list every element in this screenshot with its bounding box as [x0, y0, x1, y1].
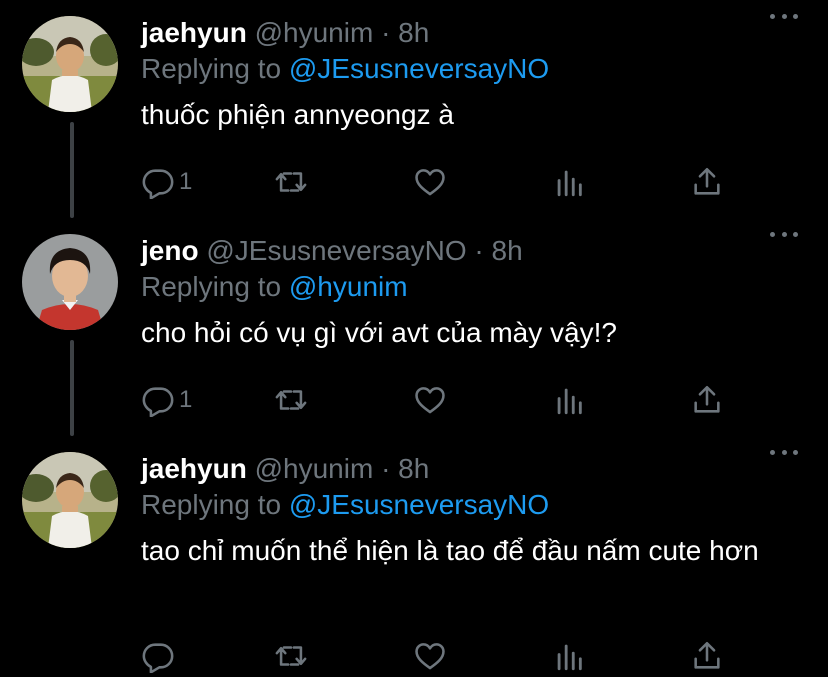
- share-icon: [694, 167, 720, 195]
- replying-prefix: Replying to: [141, 53, 282, 84]
- more-icon[interactable]: [770, 224, 798, 244]
- tweet-text: tao chỉ muốn thể hiện là tao để đầu nấm …: [141, 535, 759, 566]
- retweet-button[interactable]: [274, 380, 308, 420]
- tweet-header: jaehyun @hyunim · 8h: [141, 451, 788, 487]
- avatar-photo-icon: [22, 452, 118, 548]
- handle[interactable]: @hyunim: [255, 453, 374, 484]
- analytics-button[interactable]: [552, 636, 586, 676]
- replying-to: Replying to @JEsusneversayNO: [141, 487, 788, 523]
- analytics-button[interactable]: [552, 380, 586, 420]
- reply-count: 1: [179, 386, 193, 413]
- separator: ·: [381, 453, 391, 484]
- like-icon: [415, 169, 445, 196]
- tweet[interactable]: jeno @JEsusneversayNO · 8h Replying to @…: [0, 218, 828, 436]
- display-name[interactable]: jaehyun: [141, 453, 247, 484]
- retweet-icon: [275, 172, 307, 192]
- tweet[interactable]: jaehyun @hyunim · 8h Replying to @JEsusn…: [0, 0, 828, 218]
- tweet[interactable]: jaehyun @hyunim · 8h Replying to @JEsusn…: [0, 436, 828, 677]
- like-button[interactable]: [413, 380, 447, 420]
- display-name[interactable]: jeno: [141, 235, 199, 266]
- tweet-header: jaehyun @hyunim · 8h: [141, 15, 788, 51]
- more-icon[interactable]: [770, 442, 798, 462]
- analytics-button[interactable]: [552, 162, 586, 202]
- reply-icon: [142, 643, 174, 673]
- analytics-icon: [557, 170, 582, 197]
- reply-icon: [142, 169, 174, 199]
- replying-prefix: Replying to: [141, 271, 282, 302]
- tweet-header: jeno @JEsusneversayNO · 8h: [141, 233, 788, 269]
- share-button[interactable]: [690, 636, 724, 676]
- tweet-actions: 1: [141, 162, 741, 202]
- reply-button[interactable]: [141, 636, 179, 676]
- share-button[interactable]: [690, 162, 724, 202]
- reply-icon: [142, 387, 174, 417]
- tweet-text: cho hỏi có vụ gì với avt của mày vậy!?: [141, 317, 617, 348]
- timestamp[interactable]: 8h: [398, 453, 429, 484]
- like-icon: [415, 387, 445, 414]
- replying-to-link[interactable]: @JEsusneversayNO: [289, 489, 549, 520]
- avatar[interactable]: [22, 452, 118, 548]
- avatar-photo-icon: [22, 234, 118, 330]
- replying-to-link[interactable]: @JEsusneversayNO: [289, 53, 549, 84]
- replying-to-link[interactable]: @hyunim: [289, 271, 408, 302]
- replying-to: Replying to @JEsusneversayNO: [141, 51, 788, 87]
- handle[interactable]: @hyunim: [255, 17, 374, 48]
- share-icon: [694, 641, 720, 669]
- retweet-button[interactable]: [274, 636, 308, 676]
- timestamp[interactable]: 8h: [398, 17, 429, 48]
- reply-button[interactable]: 1: [141, 380, 192, 420]
- handle[interactable]: @JEsusneversayNO: [206, 235, 466, 266]
- like-button[interactable]: [413, 636, 447, 676]
- replying-to: Replying to @hyunim: [141, 269, 788, 305]
- separator: ·: [381, 17, 391, 48]
- separator: ·: [474, 235, 484, 266]
- like-icon: [415, 643, 445, 670]
- display-name[interactable]: jaehyun: [141, 17, 247, 48]
- tweet-actions: [141, 636, 741, 676]
- retweet-button[interactable]: [274, 162, 308, 202]
- more-icon[interactable]: [770, 6, 798, 26]
- retweet-icon: [275, 646, 307, 666]
- avatar-photo-icon: [22, 16, 118, 112]
- avatar[interactable]: [22, 234, 118, 330]
- share-icon: [694, 385, 720, 413]
- tweet-actions: 1: [141, 380, 741, 420]
- analytics-icon: [557, 644, 582, 671]
- share-button[interactable]: [690, 380, 724, 420]
- tweet-text: thuốc phiện annyeongz à: [141, 99, 454, 130]
- like-button[interactable]: [413, 162, 447, 202]
- reply-count: 1: [179, 168, 193, 195]
- replying-prefix: Replying to: [141, 489, 282, 520]
- reply-button[interactable]: 1: [141, 162, 192, 202]
- retweet-icon: [275, 390, 307, 410]
- analytics-icon: [557, 388, 582, 415]
- avatar[interactable]: [22, 16, 118, 112]
- timestamp[interactable]: 8h: [492, 235, 523, 266]
